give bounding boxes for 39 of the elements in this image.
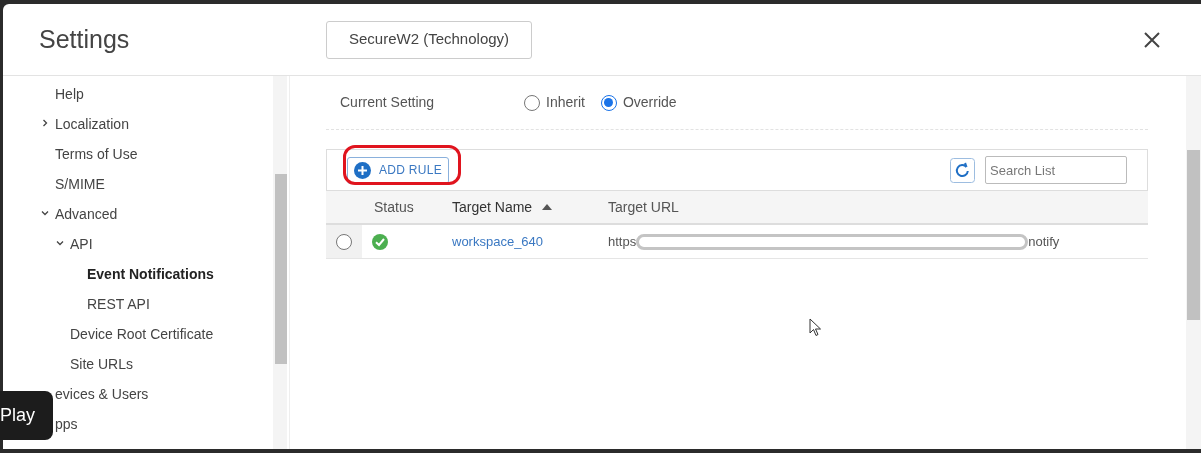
sort-up-icon[interactable] (542, 204, 553, 210)
sidebar-item[interactable]: pps (55, 413, 78, 435)
radio-label: Inherit (546, 93, 585, 112)
add-rule-button[interactable]: ADD RULE (347, 156, 450, 184)
close-icon[interactable] (1144, 31, 1160, 48)
column-header[interactable]: Target URL (608, 196, 679, 218)
sidebar-item[interactable]: REST API (87, 293, 150, 315)
table-cell-text: https (608, 232, 637, 251)
column-header[interactable]: Target Name (452, 196, 533, 218)
target-name-link[interactable]: workspace_640 (452, 231, 608, 252)
sidebar-item[interactable]: Localization (55, 113, 129, 135)
sidebar-item[interactable]: Device Root Certificate (70, 323, 214, 345)
search-field[interactable]: Search List (985, 156, 1127, 184)
sidebar-item[interactable]: API (70, 233, 93, 255)
tenant-button[interactable]: SecureW2 (Technology) (326, 20, 533, 59)
radio-button[interactable] (600, 94, 617, 111)
table-cell-text: notify (1028, 232, 1060, 251)
radio-button[interactable] (524, 94, 540, 111)
sidebar-item[interactable]: Terms of Use (55, 143, 138, 165)
window-title: Settings (39, 23, 131, 55)
pointer-cursor-icon (809, 318, 822, 337)
radio-button[interactable] (336, 233, 352, 250)
refresh-icon[interactable] (950, 157, 975, 183)
play-button[interactable]: Play (0, 391, 53, 440)
chevron-down-icon[interactable] (41, 208, 49, 217)
sidebar-item[interactable]: evices & Users (55, 383, 149, 405)
sidebar-item[interactable]: Advanced (55, 203, 118, 225)
chevron-down-icon[interactable] (56, 238, 64, 247)
sidebar-item[interactable]: Help (55, 83, 84, 105)
setting-label: Current Setting (340, 93, 436, 112)
column-header[interactable]: Status (374, 196, 414, 218)
scrollbar[interactable] (273, 76, 287, 449)
scrollbar[interactable] (1186, 76, 1201, 449)
chevron-right-icon[interactable] (41, 118, 49, 127)
sidebar-item[interactable]: Site URLs (70, 353, 134, 375)
sidebar-item[interactable]: S/MIME (55, 173, 105, 195)
radio-label: Override (622, 93, 677, 112)
plus-icon (354, 161, 371, 179)
sidebar-item[interactable]: Event Notifications (87, 263, 214, 285)
